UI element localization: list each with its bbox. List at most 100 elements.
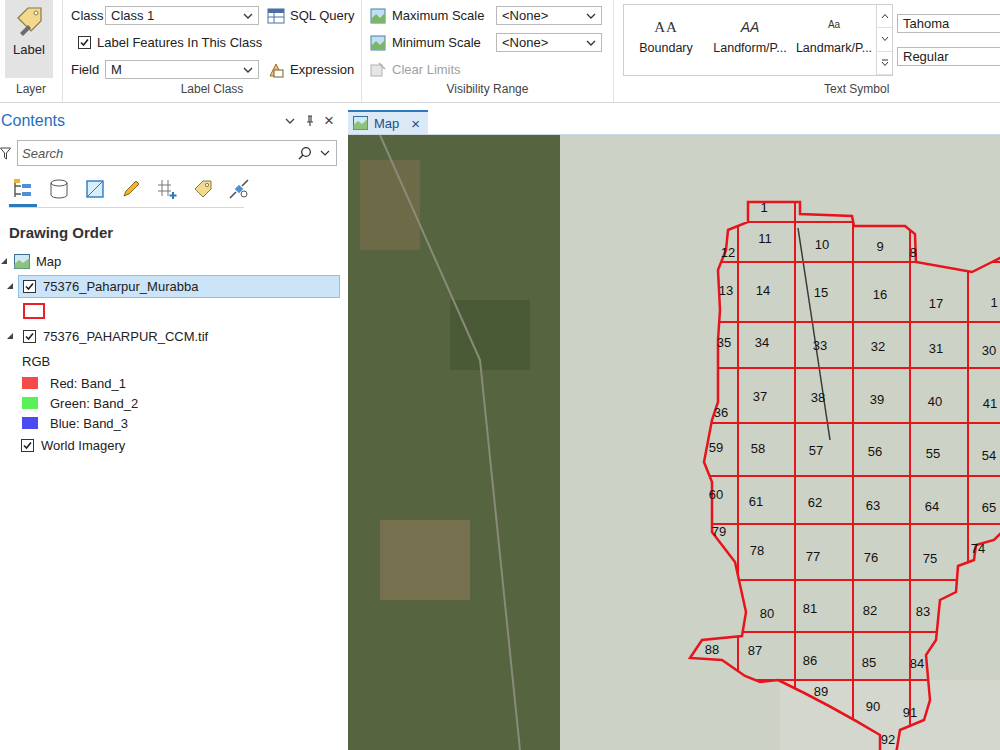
view-tab[interactable] xyxy=(153,174,181,207)
gallery-down-button[interactable] xyxy=(877,28,892,51)
map-view[interactable]: 1111098121314151617135343332313037383940… xyxy=(348,135,1000,750)
expression-icon xyxy=(267,62,285,78)
label-tag-icon xyxy=(14,6,44,36)
view-tab[interactable] xyxy=(9,174,37,207)
scale-row: Minimum Scale <None> xyxy=(370,30,613,55)
parcel-label: 41 xyxy=(983,397,997,410)
visibility-checkbox[interactable] xyxy=(23,330,36,343)
checkbox[interactable] xyxy=(78,36,91,49)
band-legend: Blue: Band_3 xyxy=(0,413,340,433)
text-symbol-item[interactable]: AA Boundary xyxy=(624,5,708,75)
search-field[interactable] xyxy=(17,140,337,166)
editing-icon xyxy=(120,178,142,200)
class-dropdown[interactable]: Class 1 xyxy=(105,6,259,25)
parcel-label: 38 xyxy=(811,391,825,404)
filter-icon[interactable] xyxy=(0,147,11,160)
clear-limits-icon xyxy=(370,62,386,78)
text-symbol-item[interactable]: Aa Landmark/P... xyxy=(792,5,876,75)
layer-symbol[interactable] xyxy=(0,299,340,323)
parcel-label: 34 xyxy=(755,336,769,349)
parcel-label: 81 xyxy=(803,602,817,615)
band-swatch xyxy=(22,377,38,389)
chevron-down-icon xyxy=(881,36,889,42)
legend-heading: RGB xyxy=(0,349,340,373)
visibility-checkbox[interactable] xyxy=(23,280,36,293)
parcel-label: 65 xyxy=(982,501,996,514)
sql-table-icon xyxy=(267,8,285,24)
parcel-label: 80 xyxy=(760,607,774,620)
close-tab-button[interactable]: × xyxy=(411,115,420,132)
label-class-group: Class Class 1 SQL Query Label Features I… xyxy=(63,0,362,102)
map-icon xyxy=(14,254,30,269)
parcel-label: 35 xyxy=(717,336,731,349)
pin-icon[interactable] xyxy=(304,115,316,127)
parcel-label: 32 xyxy=(871,340,885,353)
chevron-down-icon xyxy=(586,38,596,48)
group-label: Layer xyxy=(0,82,62,102)
view-tab[interactable] xyxy=(225,174,253,207)
label-button[interactable]: Label xyxy=(5,0,53,78)
close-button[interactable]: × xyxy=(324,111,334,131)
contents-pane: Contents × Drawing Order Map 75376_Pahar… xyxy=(0,110,340,750)
label-features-checkbox[interactable]: Label Features In This Class xyxy=(71,30,361,55)
chevron-down-icon[interactable] xyxy=(320,148,330,158)
parcel-label: 76 xyxy=(864,551,878,564)
group-label: Label Class xyxy=(63,82,361,102)
perspective-icon xyxy=(228,178,250,200)
check-icon xyxy=(79,37,90,48)
options-chevron-icon[interactable] xyxy=(284,115,296,127)
map-node[interactable]: Map xyxy=(0,249,340,273)
expression-button[interactable]: Expression xyxy=(267,62,354,78)
scale-dropdown[interactable]: <None> xyxy=(496,6,602,25)
parcel-label: 62 xyxy=(808,496,822,509)
scale-dropdown[interactable]: <None> xyxy=(496,33,602,52)
parcel-label: 57 xyxy=(809,444,823,457)
parcel-label: 58 xyxy=(751,442,765,455)
text-symbol-group: AA BoundaryAA Landform/P...Aa Landmark/P… xyxy=(614,0,1000,102)
view-tab[interactable] xyxy=(45,174,73,207)
check-icon xyxy=(24,331,35,342)
basemap-node[interactable]: World Imagery xyxy=(0,433,340,457)
parcel-label: 84 xyxy=(910,657,924,670)
group-label: Visibility Range xyxy=(362,82,613,102)
gallery-up-button[interactable] xyxy=(877,5,892,28)
text-symbol-item[interactable]: AA Landform/P... xyxy=(708,5,792,75)
parcel-label: 77 xyxy=(806,550,820,563)
view-tab[interactable] xyxy=(189,174,217,207)
layer-node[interactable]: 75376_PAHARPUR_CCM.tif xyxy=(0,323,340,349)
sql-query-button[interactable]: SQL Query xyxy=(267,8,355,24)
expand-triangle-icon[interactable] xyxy=(6,282,14,290)
polygon-symbol[interactable] xyxy=(23,303,45,319)
layer-node[interactable]: 75376_Paharpur_Murabba xyxy=(0,273,340,299)
font-dropdown[interactable]: Tahoma xyxy=(897,14,1000,33)
parcel-label: 14 xyxy=(756,284,770,297)
visibility-range-group: Maximum Scale <None> Minimum Scale <None… xyxy=(362,0,614,102)
parcel-label: 56 xyxy=(868,445,882,458)
gallery-expand-button[interactable] xyxy=(877,52,892,75)
parcel-label: 39 xyxy=(870,393,884,406)
magnifier-icon[interactable] xyxy=(298,146,312,160)
expand-icon xyxy=(881,59,889,67)
expand-triangle-icon[interactable] xyxy=(6,332,14,340)
view-tab[interactable] xyxy=(81,174,109,207)
imagery-fields xyxy=(348,135,560,750)
expand-triangle-icon[interactable] xyxy=(0,257,8,265)
parcel-label: 63 xyxy=(866,499,880,512)
field-dropdown[interactable]: M xyxy=(105,60,259,79)
font-style-dropdown[interactable]: Regular xyxy=(897,47,1000,66)
search-input[interactable] xyxy=(22,146,290,161)
parcel-label: 59 xyxy=(709,441,723,454)
imagery-scan xyxy=(560,135,1000,750)
visibility-checkbox[interactable] xyxy=(21,439,34,452)
clear-limits-button[interactable]: Clear Limits xyxy=(370,57,613,82)
drawing-order-icon xyxy=(12,178,34,200)
parcel-label: 86 xyxy=(803,654,817,667)
parcel-label: 78 xyxy=(750,544,764,557)
map-canvas xyxy=(348,135,1000,750)
map-tab[interactable]: Map × xyxy=(348,110,428,134)
text-symbol-gallery: AA BoundaryAA Landform/P...Aa Landmark/P… xyxy=(623,4,893,76)
parcel-label: 40 xyxy=(928,395,942,408)
band-swatch xyxy=(22,397,38,409)
view-tab[interactable] xyxy=(117,174,145,207)
snapping-icon xyxy=(156,178,178,200)
